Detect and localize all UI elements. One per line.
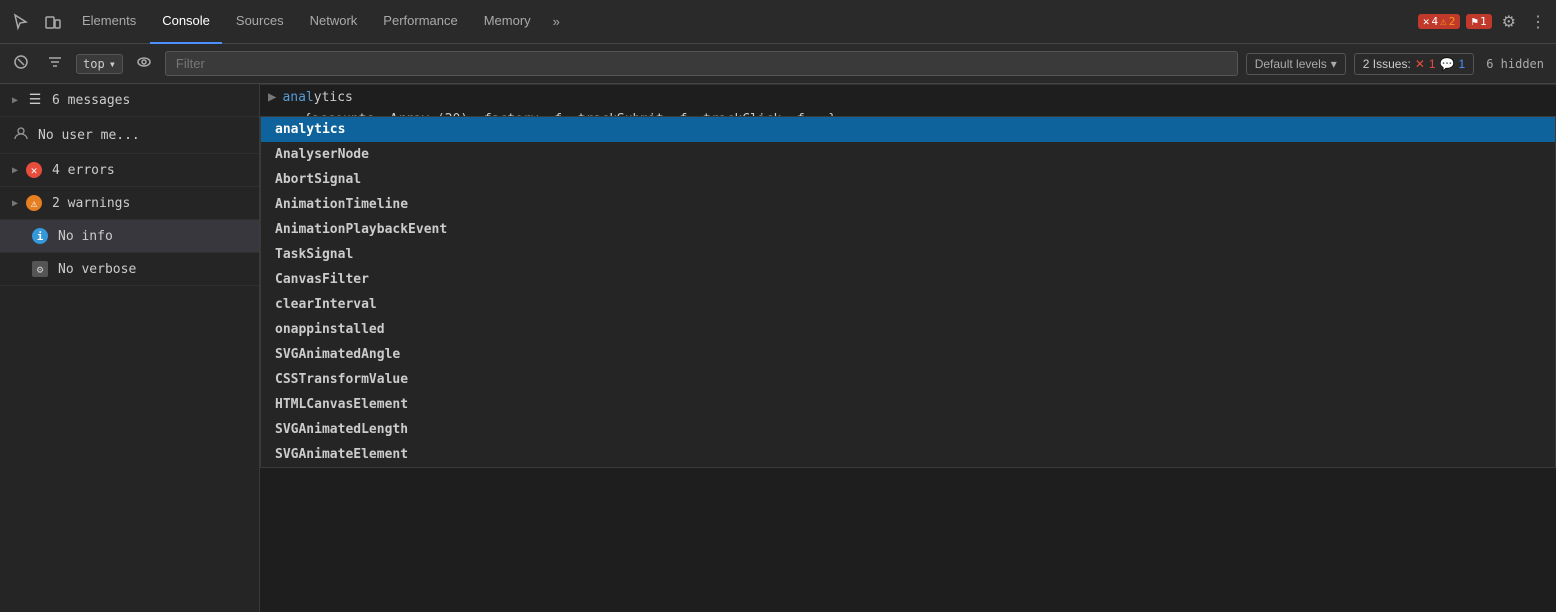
tab-memory[interactable]: Memory bbox=[472, 0, 543, 44]
device-icon-btn[interactable] bbox=[38, 9, 68, 35]
flag-icon: ⚑ bbox=[1471, 15, 1478, 28]
flag-badge: ⚑ 1 bbox=[1466, 14, 1491, 29]
issues-error-icon: ✕ bbox=[1415, 57, 1425, 71]
tab-console[interactable]: Console bbox=[150, 0, 222, 44]
sidebar-item-messages[interactable]: ▶ ☰ 6 messages bbox=[0, 84, 259, 117]
default-levels-button[interactable]: Default levels ▾ bbox=[1246, 53, 1346, 75]
error-icon: ✕ bbox=[26, 162, 42, 178]
autocomplete-item-4[interactable]: AnimationPlaybackEvent bbox=[261, 217, 1555, 242]
autocomplete-item-7[interactable]: clearInterval bbox=[261, 292, 1555, 317]
tab-network[interactable]: Network bbox=[298, 0, 370, 44]
tab-bar: Elements Console Sources Network Perform… bbox=[0, 0, 1556, 44]
sidebar-item-verbose[interactable]: ⚙ No verbose bbox=[0, 253, 259, 286]
chevron-right-icon: ▶ bbox=[12, 95, 18, 106]
console-output-area: ▶ analytics ◀ {accounts: Array (20), fac… bbox=[260, 84, 1556, 612]
settings-gear-button[interactable]: ⚙ bbox=[1498, 8, 1520, 36]
filter-input[interactable] bbox=[165, 51, 1238, 76]
autocomplete-item-0[interactable]: analytics bbox=[261, 117, 1555, 142]
issues-msg-icon: 💬 bbox=[1440, 57, 1455, 71]
sidebar-item-warnings[interactable]: ▶ ⚠ 2 warnings bbox=[0, 187, 259, 220]
warn-icon: ⚠ bbox=[1440, 15, 1447, 28]
autocomplete-item-12[interactable]: SVGAnimatedLength bbox=[261, 417, 1555, 442]
autocomplete-item-11[interactable]: HTMLCanvasElement bbox=[261, 392, 1555, 417]
tab-sources[interactable]: Sources bbox=[224, 0, 296, 44]
verbose-icon: ⚙ bbox=[32, 261, 48, 277]
hidden-count: 6 hidden bbox=[1482, 54, 1548, 74]
more-options-button[interactable]: ⋮ bbox=[1526, 8, 1550, 36]
autocomplete-item-8[interactable]: onappinstalled bbox=[261, 317, 1555, 342]
console-toolbar: top ▾ Default levels ▾ 2 Issues: ✕ 1 💬 1… bbox=[0, 44, 1556, 84]
tab-elements[interactable]: Elements bbox=[70, 0, 148, 44]
autocomplete-item-10[interactable]: CSSTransformValue bbox=[261, 367, 1555, 392]
input-prompt-arrow: ▶ bbox=[268, 89, 276, 105]
autocomplete-item-3[interactable]: AnimationTimeline bbox=[261, 192, 1555, 217]
issues-badge-button[interactable]: 2 Issues: ✕ 1 💬 1 bbox=[1354, 53, 1474, 75]
tab-performance[interactable]: Performance bbox=[371, 0, 469, 44]
sidebar-item-user[interactable]: No user me... bbox=[0, 117, 259, 154]
console-typed-text: analytics bbox=[282, 90, 352, 105]
error-badge: ✕ 4 ⚠ 2 bbox=[1418, 14, 1461, 29]
tab-more-button[interactable]: » bbox=[545, 10, 568, 33]
autocomplete-item-5[interactable]: TaskSignal bbox=[261, 242, 1555, 267]
chevron-down-icon-levels: ▾ bbox=[1331, 57, 1337, 71]
filter-toggle-button[interactable] bbox=[42, 51, 68, 76]
autocomplete-dropdown: analytics AnalyserNode AbortSignal Anima… bbox=[260, 116, 1556, 468]
autocomplete-item-13[interactable]: SVGAnimateElement bbox=[261, 442, 1555, 467]
chevron-right-icon-errors: ▶ bbox=[12, 165, 18, 176]
warn-icon: ⚠ bbox=[26, 195, 42, 211]
sidebar-item-errors[interactable]: ▶ ✕ 4 errors bbox=[0, 154, 259, 187]
eye-icon-button[interactable] bbox=[131, 51, 157, 76]
console-input-container: ▶ analytics bbox=[260, 84, 1556, 109]
autocomplete-item-2[interactable]: AbortSignal bbox=[261, 167, 1555, 192]
list-icon: ☰ bbox=[26, 92, 44, 108]
sidebar-item-info[interactable]: i No info bbox=[0, 220, 259, 253]
chevron-right-icon-warnings: ▶ bbox=[12, 198, 18, 209]
autocomplete-item-1[interactable]: AnalyserNode bbox=[261, 142, 1555, 167]
chevron-down-icon: ▾ bbox=[109, 57, 116, 71]
info-icon: i bbox=[32, 228, 48, 244]
tab-right-actions: ✕ 4 ⚠ 2 ⚑ 1 ⚙ ⋮ bbox=[1418, 8, 1550, 36]
autocomplete-item-9[interactable]: SVGAnimatedAngle bbox=[261, 342, 1555, 367]
context-selector[interactable]: top ▾ bbox=[76, 54, 123, 74]
console-sidebar: ▶ ☰ 6 messages No user me... ▶ ✕ 4 error… bbox=[0, 84, 260, 612]
clear-console-button[interactable] bbox=[8, 51, 34, 76]
autocomplete-item-6[interactable]: CanvasFilter bbox=[261, 267, 1555, 292]
main-content: ▶ ☰ 6 messages No user me... ▶ ✕ 4 error… bbox=[0, 84, 1556, 612]
cursor-icon-btn[interactable] bbox=[6, 9, 36, 35]
error-x-icon: ✕ bbox=[1423, 15, 1430, 28]
